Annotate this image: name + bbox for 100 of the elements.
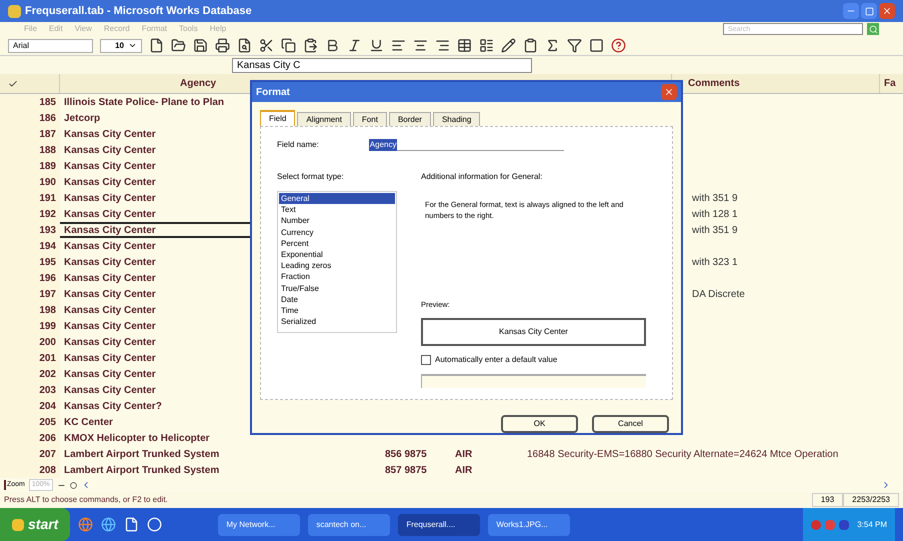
format-type-option[interactable]: General (279, 193, 395, 204)
row-header[interactable]: 191 (0, 190, 60, 206)
filter-icon[interactable] (567, 38, 582, 53)
dialog-tab[interactable]: Field (260, 110, 296, 126)
folder-icon[interactable] (171, 38, 186, 53)
table-cell-text: Kansas City Center (63, 320, 157, 334)
format-type-option[interactable]: Percent (279, 238, 395, 250)
save-icon[interactable] (193, 38, 208, 53)
format-type-option[interactable]: Currency (279, 226, 395, 238)
dialog-button[interactable]: OK (501, 415, 578, 433)
table-cell-text: 856 9875 (385, 448, 427, 462)
start-button[interactable]: start (0, 508, 70, 541)
table-icon[interactable] (457, 38, 472, 53)
table-cell-text: KMOX Helicopter to Helicopter (63, 432, 211, 446)
row-header[interactable]: 187 (0, 126, 60, 142)
dialog-button[interactable]: Cancel (592, 415, 669, 433)
record-indicator: 193 (812, 493, 844, 507)
pencil-icon[interactable] (501, 38, 516, 53)
format-type-option[interactable]: Fraction (279, 271, 395, 283)
format-type-option[interactable]: Serialized (279, 316, 395, 328)
row-header[interactable]: 207 (0, 446, 60, 462)
table-cell-text: Kansas City Center (63, 160, 157, 174)
row-header[interactable]: 196 (0, 270, 60, 286)
row-header[interactable]: 193 (0, 222, 60, 238)
dialog-tab[interactable]: Border (388, 112, 431, 126)
row-header[interactable]: 190 (0, 174, 60, 190)
row-header[interactable]: 200 (0, 334, 60, 350)
paste-icon[interactable] (303, 38, 318, 53)
format-type-option[interactable]: Number (279, 215, 395, 227)
format-type-option[interactable]: Exponential (279, 249, 395, 260)
circle-icon[interactable] (147, 517, 162, 532)
document-icon[interactable] (124, 517, 140, 532)
row-header[interactable]: 192 (0, 206, 60, 222)
format-type-option[interactable]: Leading zeros (279, 260, 395, 272)
underline-icon[interactable] (369, 38, 384, 53)
scissors-icon[interactable] (259, 38, 274, 53)
print-preview-icon[interactable] (237, 38, 252, 53)
row-header[interactable]: 197 (0, 286, 60, 302)
new-file-icon[interactable] (149, 38, 164, 53)
column-header[interactable]: Fa (880, 74, 903, 93)
row-header[interactable]: 198 (0, 302, 60, 318)
align-left-icon[interactable] (391, 38, 406, 53)
square-icon[interactable] (589, 38, 604, 53)
format-type-list[interactable]: General Text Number Currency Percent Exponential Leading zeros Fraction True/False Date Time Serialized (277, 191, 397, 333)
row-header[interactable]: 202 (0, 366, 60, 382)
taskbar-task[interactable]: Frequserall.... (398, 514, 480, 536)
row-header[interactable]: 205 (0, 414, 60, 430)
row-header[interactable]: 189 (0, 158, 60, 174)
field-name-input[interactable]: Agency (368, 139, 564, 151)
italic-icon[interactable] (347, 38, 362, 53)
close-button[interactable] (661, 84, 677, 100)
row-header[interactable]: 188 (0, 142, 60, 158)
table-cell-text: 16848 Security-EMS=16880 Security Alternate=24624 Mtce Operation (527, 448, 838, 462)
sigma-icon[interactable] (545, 38, 560, 53)
table-cell-text: Kansas City Center (63, 256, 157, 270)
default-value-field[interactable] (421, 374, 646, 388)
row-header[interactable]: 194 (0, 238, 60, 254)
search-button[interactable] (867, 23, 879, 35)
row-header[interactable]: 204 (0, 398, 60, 414)
table-cell: Kansas City Center (60, 222, 250, 238)
close-button[interactable] (879, 3, 895, 19)
maximize-button[interactable] (861, 3, 877, 19)
taskbar-task[interactable]: My Network... (218, 514, 300, 536)
entry-field[interactable]: Kansas City C (232, 58, 532, 72)
row-header[interactable]: 199 (0, 318, 60, 334)
minimize-button[interactable] (843, 3, 859, 19)
taskbar-task[interactable]: Works1.JPG... (488, 514, 570, 536)
bold-icon[interactable] (325, 38, 340, 53)
align-center-icon[interactable] (413, 38, 428, 53)
clipboard-icon[interactable] (523, 38, 538, 53)
table-cell-text: Lambert Airport Trunked System (63, 448, 220, 462)
dialog-tab[interactable]: Alignment (297, 112, 351, 126)
format-type-option[interactable]: Time (279, 305, 395, 316)
table-cell-text: KC Center (63, 416, 114, 430)
printer-icon[interactable] (215, 38, 230, 53)
size-dropdown[interactable]: 10 (100, 38, 142, 52)
format-type-option[interactable]: True/False (279, 282, 395, 294)
dialog-tab[interactable]: Font (352, 112, 387, 126)
font-dropdown[interactable]: Arial (8, 38, 93, 52)
format-type-option[interactable]: Text (279, 204, 395, 216)
row-header[interactable]: 195 (0, 254, 60, 270)
format-type-option[interactable]: Date (279, 294, 395, 306)
clock: 3:54 PM (857, 518, 887, 530)
globe-icon[interactable] (101, 517, 116, 532)
form-icon[interactable] (479, 38, 494, 53)
taskbar-task[interactable]: scantech on... (308, 514, 390, 536)
table-cell-text: Jetcorp (63, 112, 102, 126)
row-header[interactable]: 185 (0, 94, 60, 110)
copy-icon[interactable] (281, 38, 296, 53)
align-right-icon[interactable] (435, 38, 450, 53)
row-header[interactable]: 208 (0, 462, 60, 478)
table-cell-text: Kansas City Center (63, 352, 157, 366)
checkbox[interactable] (421, 355, 431, 366)
row-header[interactable]: 201 (0, 350, 60, 366)
dialog-tab[interactable]: Shading (432, 112, 480, 126)
row-header[interactable]: 206 (0, 430, 60, 446)
row-header[interactable]: 203 (0, 382, 60, 398)
row-header[interactable]: 186 (0, 110, 60, 126)
format-type-label: Select format type: (277, 171, 345, 183)
help-icon[interactable] (611, 38, 626, 53)
